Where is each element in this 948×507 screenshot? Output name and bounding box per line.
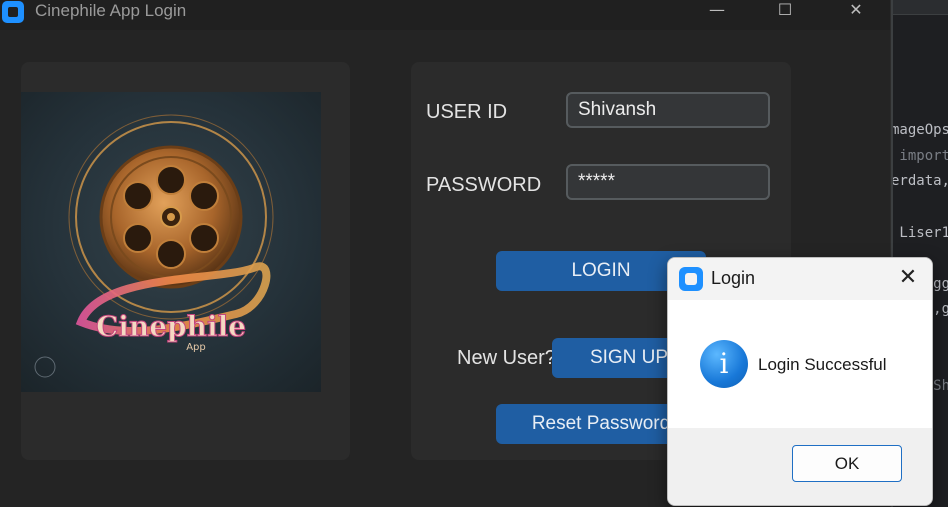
window-title: Cinephile App Login <box>35 1 187 20</box>
code-line: erdata, <box>891 173 948 189</box>
dialog-message: Login Successful <box>758 355 887 374</box>
ok-button[interactable]: OK <box>792 445 902 482</box>
info-icon: i <box>700 340 748 388</box>
film-reel-icon: Cinephile App <box>34 114 274 378</box>
dialog-close-button[interactable]: ✕ <box>892 262 924 294</box>
poster-logo-subtext: App <box>186 342 206 353</box>
dialog-title: Login <box>711 268 756 288</box>
code-line: ,g <box>933 301 948 317</box>
poster-logo-text: Cinephile <box>96 310 246 343</box>
maximize-button[interactable]: ☐ <box>762 0 808 22</box>
password-label: PASSWORD <box>426 174 542 196</box>
editor-tab-bar <box>893 0 948 15</box>
code-line: gg <box>933 276 948 292</box>
close-button[interactable]: ✕ <box>833 0 879 22</box>
code-line: import <box>899 148 948 164</box>
dialog-title-bar[interactable]: Login ✕ <box>668 258 932 300</box>
title-bar[interactable]: Cinephile App Login — ☐ ✕ <box>0 0 890 30</box>
minimize-button[interactable]: — <box>694 0 740 22</box>
code-line: Liser1 <box>899 225 948 241</box>
dialog-app-icon <box>679 267 703 291</box>
poster-card: Cinephile App <box>21 62 350 460</box>
login-dialog: Login ✕ i Login Successful OK <box>667 257 933 506</box>
code-line: mageOps <box>891 122 948 138</box>
code-line: Sh <box>933 378 948 394</box>
user-id-input[interactable] <box>566 92 770 128</box>
app-icon <box>2 1 24 23</box>
cinephile-poster: Cinephile App <box>21 92 321 392</box>
password-input[interactable] <box>566 164 770 200</box>
dialog-footer: OK <box>668 428 932 505</box>
new-user-label: New User? <box>457 347 556 369</box>
dialog-body: i Login Successful <box>668 300 932 428</box>
user-id-label: USER ID <box>426 101 508 123</box>
